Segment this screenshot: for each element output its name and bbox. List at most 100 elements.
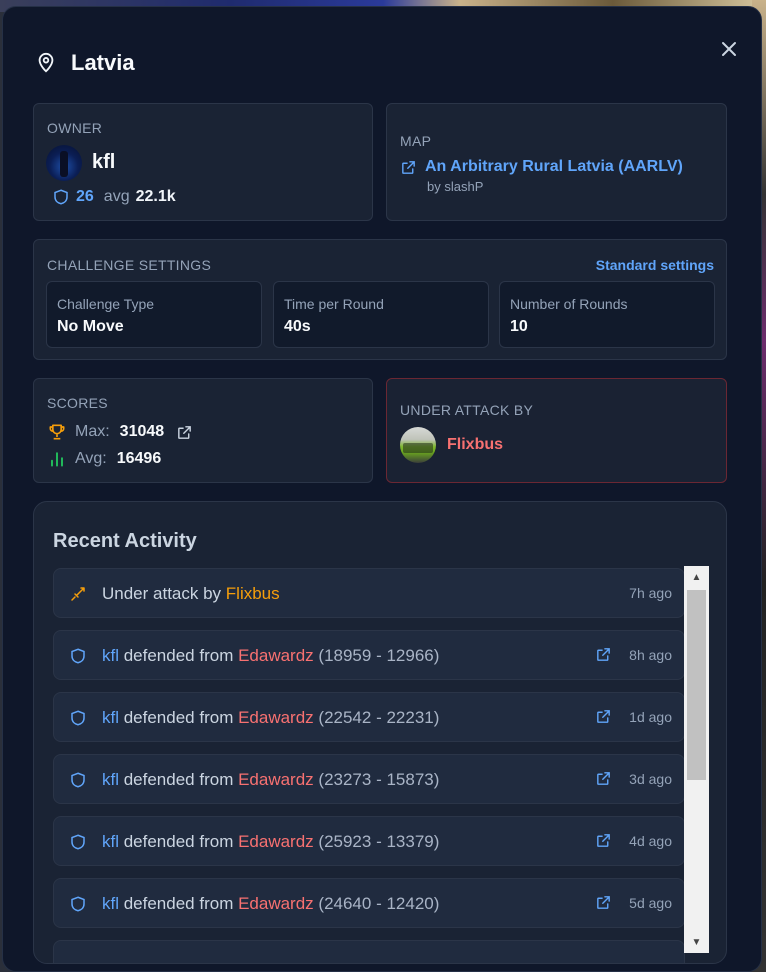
- scores-label: SCORES: [47, 395, 108, 411]
- attacker-name[interactable]: Flixbus: [447, 436, 503, 454]
- activity-user[interactable]: kfl: [102, 708, 119, 727]
- activity-score: (25923 - 13379): [313, 832, 440, 851]
- avg-label: avg: [103, 188, 130, 205]
- setting-label: Number of Rounds: [510, 296, 628, 312]
- shield-icon: [69, 709, 87, 727]
- setting-number-of-rounds: Number of Rounds 10: [499, 281, 715, 348]
- activity-verb: defended from: [119, 832, 239, 851]
- activity-text: Under attack by Flixbus: [102, 584, 280, 604]
- activity-text: kfl defended from Edawardz (18959 - 1296…: [102, 646, 439, 666]
- activity-item-partial: [53, 940, 685, 963]
- activity-user[interactable]: kfl: [102, 894, 119, 913]
- activity-foe[interactable]: Edawardz: [238, 770, 314, 789]
- setting-label: Time per Round: [284, 296, 384, 312]
- activity-time: 3d ago: [629, 771, 672, 787]
- activity-time: 5d ago: [629, 895, 672, 911]
- close-icon[interactable]: [717, 37, 741, 61]
- avg-score-row: Avg: 16496: [47, 449, 161, 469]
- map-link[interactable]: An Arbitrary Rural Latvia (AARLV): [400, 158, 683, 176]
- activity-foe[interactable]: Edawardz: [238, 708, 314, 727]
- max-label: Max:: [75, 423, 110, 440]
- setting-value: 10: [510, 318, 528, 335]
- activity-foe[interactable]: Edawardz: [238, 832, 314, 851]
- avg-value: 22.1k: [135, 188, 176, 205]
- activity-time: 7h ago: [629, 585, 672, 601]
- activity-foe[interactable]: Edawardz: [238, 894, 314, 913]
- activity-score: (18959 - 12966): [313, 646, 440, 665]
- territory-modal: Latvia OWNER kfl 26 avg 22.1k MAP An Arb…: [2, 6, 762, 972]
- activity-user[interactable]: kfl: [102, 832, 119, 851]
- sword-icon: [69, 585, 87, 603]
- setting-label: Challenge Type: [57, 296, 155, 312]
- shield-icon: [69, 647, 87, 665]
- activity-item-attack: Under attack by Flixbus 7h ago: [53, 568, 685, 618]
- external-link-icon[interactable]: [595, 832, 612, 849]
- bar-chart-icon: [47, 449, 67, 469]
- activity-score: (22542 - 22231): [313, 708, 440, 727]
- activity-user[interactable]: kfl: [102, 770, 119, 789]
- attacker-avatar[interactable]: [400, 427, 436, 463]
- shield-icon: [69, 895, 87, 913]
- scroll-thumb[interactable]: [687, 590, 706, 780]
- avg-value: 16496: [116, 450, 162, 467]
- activity-item-defend: kfl defended from Edawardz (23273 - 1587…: [53, 754, 685, 804]
- modal-header: Latvia: [35, 49, 135, 77]
- shield-icon: [69, 833, 87, 851]
- owner-card: OWNER kfl 26 avg 22.1k: [33, 103, 373, 221]
- map-card: MAP An Arbitrary Rural Latvia (AARLV) by…: [386, 103, 727, 221]
- activity-verb: defended from: [119, 770, 239, 789]
- external-link-icon[interactable]: [595, 708, 612, 725]
- activity-item-defend: kfl defended from Edawardz (18959 - 1296…: [53, 630, 685, 680]
- activity-foe[interactable]: Edawardz: [238, 646, 314, 665]
- setting-value: 40s: [284, 318, 311, 335]
- under-attack-card: UNDER ATTACK BY Flixbus: [386, 378, 727, 483]
- owner-name[interactable]: kfl: [92, 151, 115, 174]
- activity-text: kfl defended from Edawardz (24640 - 1242…: [102, 894, 439, 914]
- activity-verb: defended from: [119, 894, 239, 913]
- defense-count: 26: [76, 188, 94, 205]
- external-link-icon[interactable]: [595, 894, 612, 911]
- shield-icon: [69, 771, 87, 789]
- owner-label: OWNER: [47, 120, 103, 136]
- setting-challenge-type: Challenge Type No Move: [46, 281, 262, 348]
- activity-time: 8h ago: [629, 647, 672, 663]
- setting-value: No Move: [57, 318, 124, 335]
- activity-attacker-name[interactable]: Flixbus: [226, 584, 280, 603]
- activity-verb: defended from: [119, 708, 239, 727]
- external-link-icon[interactable]: [400, 159, 417, 176]
- recent-activity-panel: Recent Activity Under attack by Flixbus …: [33, 501, 727, 964]
- activity-score: (24640 - 12420): [313, 894, 440, 913]
- page-title: Latvia: [71, 50, 135, 75]
- activity-item-defend: kfl defended from Edawardz (22542 - 2223…: [53, 692, 685, 742]
- activity-item-defend: kfl defended from Edawardz (25923 - 1337…: [53, 816, 685, 866]
- activity-time: 4d ago: [629, 833, 672, 849]
- activity-prefix: Under attack by: [102, 584, 226, 603]
- owner-stats: 26 avg 22.1k: [52, 188, 176, 206]
- map-author: by slashP: [427, 179, 484, 194]
- activity-text: kfl defended from Edawardz (22542 - 2223…: [102, 708, 439, 728]
- activity-user[interactable]: kfl: [102, 646, 119, 665]
- map-label: MAP: [400, 133, 432, 149]
- activity-text: kfl defended from Edawardz (25923 - 1337…: [102, 832, 439, 852]
- recent-activity-title: Recent Activity: [53, 530, 197, 552]
- under-attack-label: UNDER ATTACK BY: [400, 402, 534, 418]
- scroll-up-icon[interactable]: ▲: [684, 566, 709, 588]
- scores-card: SCORES Max: 31048 Avg: 16496: [33, 378, 373, 483]
- activity-scrollbar[interactable]: ▲ ▼: [684, 566, 709, 953]
- external-link-icon[interactable]: [176, 424, 193, 441]
- max-value: 31048: [119, 423, 165, 440]
- trophy-icon: [47, 422, 67, 442]
- standard-settings-link[interactable]: Standard settings: [596, 257, 714, 273]
- max-score-row: Max: 31048: [47, 422, 193, 442]
- owner-avatar[interactable]: [46, 145, 82, 181]
- activity-score: (23273 - 15873): [313, 770, 440, 789]
- setting-time-per-round: Time per Round 40s: [273, 281, 489, 348]
- external-link-icon[interactable]: [595, 770, 612, 787]
- scroll-down-icon[interactable]: ▼: [684, 931, 709, 953]
- shield-icon: [52, 188, 70, 206]
- external-link-icon[interactable]: [595, 646, 612, 663]
- map-name[interactable]: An Arbitrary Rural Latvia (AARLV): [425, 158, 683, 176]
- challenge-settings-label: CHALLENGE SETTINGS: [47, 257, 212, 273]
- avg-label: Avg:: [75, 450, 107, 467]
- activity-text: kfl defended from Edawardz (23273 - 1587…: [102, 770, 439, 790]
